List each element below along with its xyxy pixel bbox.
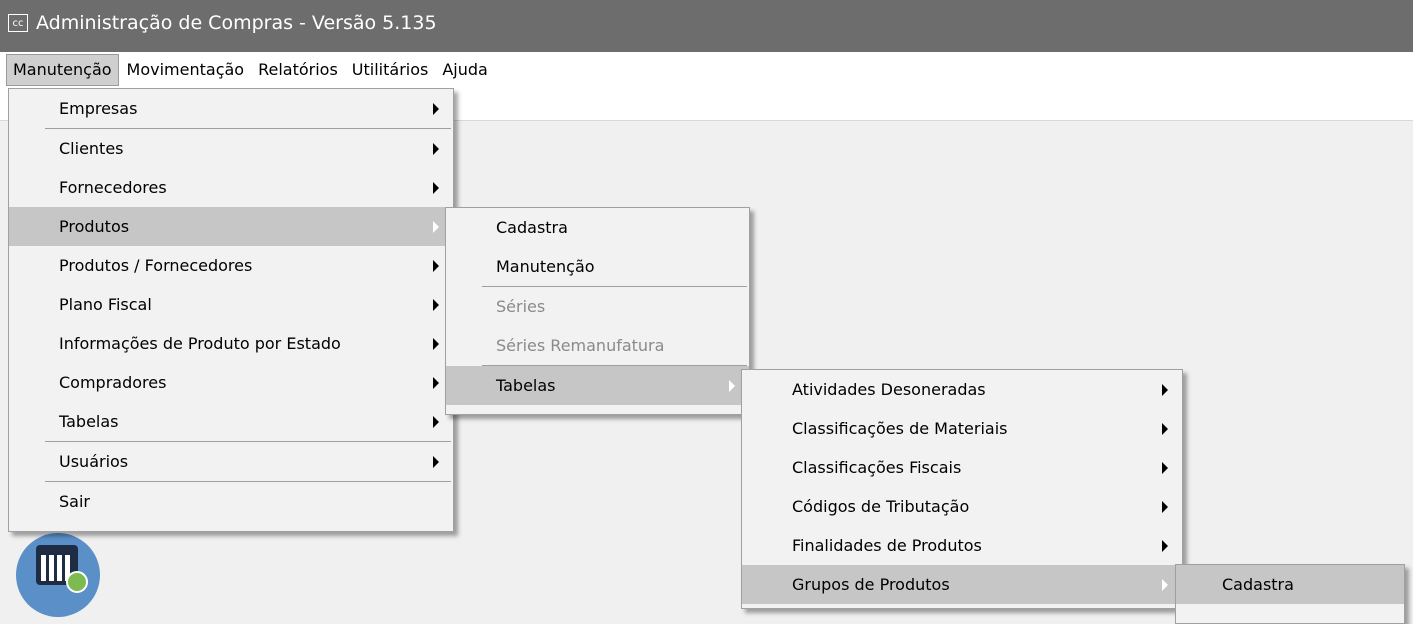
submenu-arrow-icon	[1162, 540, 1168, 552]
menu-item-series-remanufatura: Séries Remanufatura	[496, 336, 665, 355]
menu-item-finalidades-produtos[interactable]: Finalidades de Produtos	[742, 526, 1182, 565]
menu-item-clientes[interactable]: Clientes	[9, 129, 453, 168]
menu-item-series: Séries	[496, 297, 546, 316]
menu-item-plano-fiscal[interactable]: Plano Fiscal	[9, 285, 453, 324]
menu-item-classificacoes-fiscais[interactable]: Classificações Fiscais	[742, 448, 1182, 487]
menu-item-cadastra[interactable]: Cadastra	[446, 208, 749, 247]
submenu-arrow-icon	[433, 260, 439, 272]
menu-item-codigos-tributacao[interactable]: Códigos de Tributação	[742, 487, 1182, 526]
submenu-arrow-icon	[1162, 384, 1168, 396]
submenu-arrow-icon	[433, 338, 439, 350]
submenu-arrow-icon	[1162, 501, 1168, 513]
menu-item-produtos-fornecedores[interactable]: Produtos / Fornecedores	[9, 246, 453, 285]
menu-item-tabelas-produtos[interactable]: Tabelas	[446, 366, 749, 405]
submenu-arrow-icon	[433, 416, 439, 428]
menu-manutencao[interactable]: Manutenção	[6, 54, 119, 86]
dropdown-manutencao: Empresas Clientes Fornecedores Produtos …	[8, 88, 454, 532]
submenu-arrow-icon	[433, 182, 439, 194]
submenu-arrow-icon	[433, 456, 439, 468]
submenu-arrow-icon	[433, 143, 439, 155]
submenu-arrow-icon	[729, 380, 735, 392]
window-title: Administração de Compras - Versão 5.135	[36, 12, 437, 34]
submenu-arrow-icon	[433, 221, 439, 233]
calendar-money-icon[interactable]	[16, 533, 100, 617]
menu-item-empresas[interactable]: Empresas	[9, 89, 453, 128]
menu-item-informacoes-produto-estado[interactable]: Informações de Produto por Estado	[9, 324, 453, 363]
menu-ajuda[interactable]: Ajuda	[436, 55, 494, 85]
app-icon[interactable]: cc	[8, 14, 28, 32]
submenu-arrow-icon	[433, 377, 439, 389]
dropdown-tabelas: Atividades Desoneradas Classificações de…	[741, 369, 1183, 609]
menu-bar: Manutenção Movimentação Relatórios Utili…	[0, 52, 1413, 88]
submenu-arrow-icon	[433, 299, 439, 311]
menu-item-classificacoes-materiais[interactable]: Classificações de Materiais	[742, 409, 1182, 448]
submenu-arrow-icon	[1162, 423, 1168, 435]
menu-relatorios[interactable]: Relatórios	[252, 55, 344, 85]
menu-item-grupos-produtos[interactable]: Grupos de Produtos	[742, 565, 1182, 604]
dropdown-produtos: Cadastra Manutenção Séries Séries Remanu…	[445, 207, 750, 415]
menu-item-produtos[interactable]: Produtos	[9, 207, 453, 246]
menu-item-grupos-cadastra[interactable]: Cadastra	[1176, 565, 1404, 604]
submenu-arrow-icon	[433, 103, 439, 115]
menu-movimentacao[interactable]: Movimentação	[121, 55, 251, 85]
menu-item-compradores[interactable]: Compradores	[9, 363, 453, 402]
menu-item-tabelas[interactable]: Tabelas	[9, 402, 453, 441]
menu-utilitarios[interactable]: Utilitários	[346, 55, 435, 85]
submenu-arrow-icon	[1162, 579, 1168, 591]
submenu-arrow-icon	[1162, 462, 1168, 474]
menu-item-fornecedores[interactable]: Fornecedores	[9, 168, 453, 207]
menu-item-atividades-desoneradas[interactable]: Atividades Desoneradas	[742, 370, 1182, 409]
menu-item-usuarios[interactable]: Usuários	[9, 442, 453, 481]
menu-item-sair[interactable]: Sair	[9, 482, 453, 521]
title-bar: cc Administração de Compras - Versão 5.1…	[0, 0, 1413, 52]
menu-item-manutencao[interactable]: Manutenção	[446, 247, 749, 286]
dropdown-grupos-produtos: Cadastra	[1175, 564, 1405, 624]
